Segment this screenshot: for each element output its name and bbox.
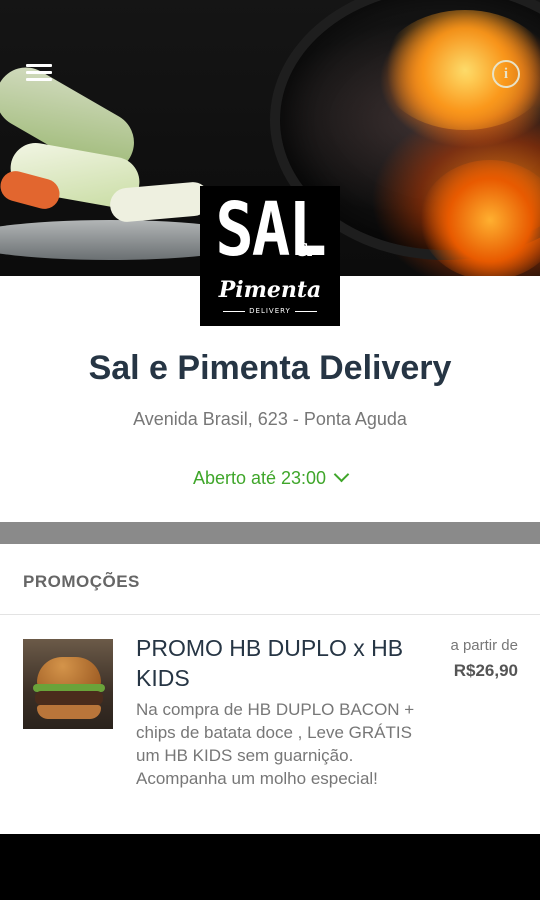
chevron-down-icon: [333, 466, 350, 483]
logo-text-amp: &: [296, 240, 313, 261]
logo-text-pimenta: Pimenta: [218, 277, 322, 303]
hamburger-menu-icon[interactable]: [26, 60, 54, 86]
section-divider: [0, 522, 540, 544]
burger-bun-shape: [37, 657, 101, 687]
promotion-price: R$26,90: [453, 661, 518, 680]
menu-line: [26, 78, 52, 81]
burger-thumbnail-image: [23, 639, 113, 729]
promotions-section: PROMOÇÕES PROMO HB DUPLO x HB KIDS Na co…: [0, 544, 540, 834]
burger-patty-shape: [35, 691, 103, 705]
promotion-name: PROMO HB DUPLO x HB KIDS: [136, 635, 404, 691]
burger-bun-shape: [37, 705, 101, 719]
promotions-title: PROMOÇÕES: [23, 572, 140, 591]
promotion-description: Na compra de HB DUPLO BACON + chips de b…: [136, 700, 415, 788]
promotion-item[interactable]: PROMO HB DUPLO x HB KIDS Na compra de HB…: [0, 615, 540, 834]
store-name: Sal e Pimenta Delivery: [88, 349, 452, 387]
opening-hours-toggle[interactable]: Aberto até 23:00: [0, 466, 540, 489]
promotions-header: PROMOÇÕES: [0, 544, 540, 615]
price-prefix: a partir de: [450, 637, 518, 654]
menu-line: [26, 71, 52, 74]
logo-text-sal: SAL: [215, 188, 327, 274]
opening-hours-text: Aberto até 23:00: [192, 468, 327, 488]
store-address: Avenida Brasil, 623 - Ponta Aguda: [133, 409, 407, 429]
store-logo: SAL & Pimenta DELIVERY: [200, 186, 340, 326]
hero-vegetable-image: [108, 180, 212, 224]
logo-text-delivery: DELIVERY: [200, 307, 340, 315]
menu-line: [26, 64, 52, 67]
info-icon[interactable]: i: [492, 60, 520, 88]
